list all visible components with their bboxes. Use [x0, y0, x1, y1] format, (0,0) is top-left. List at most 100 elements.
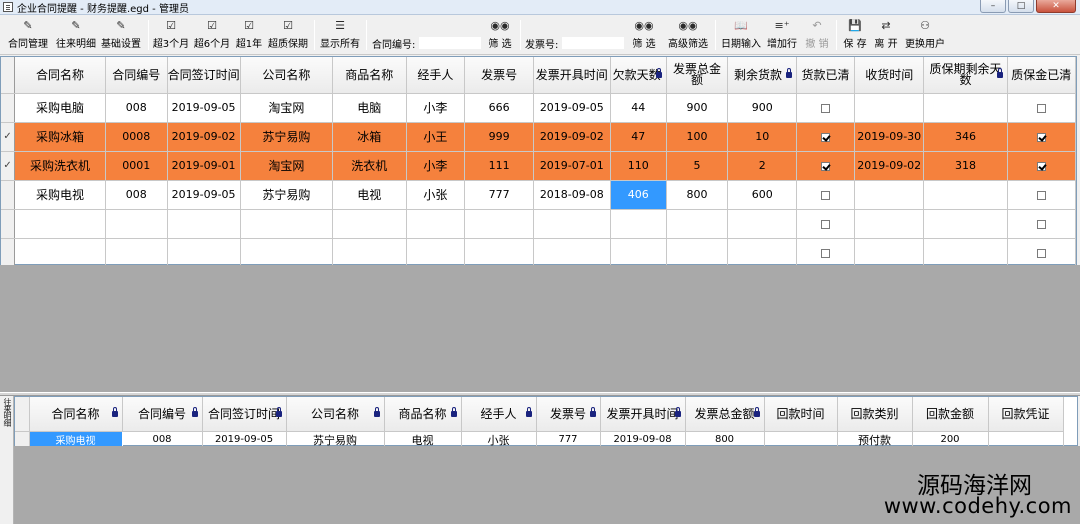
cell-product[interactable]: 冰箱: [332, 122, 407, 152]
table-row[interactable]: 采购电脑 008 2019-09-05 淘宝网 电脑 小李 666 2019-09-05 44 9…: [1, 93, 1077, 123]
cell-company[interactable]: 苏宁易购: [240, 180, 334, 210]
cell-overdue-days[interactable]: 47: [610, 122, 668, 152]
cell-handler[interactable]: 小李: [406, 93, 466, 123]
header-remaining[interactable]: 剩余货款: [727, 57, 798, 94]
minimize-button[interactable]: –: [980, 0, 1006, 13]
cell-invoice-no[interactable]: 999: [464, 122, 534, 152]
filter-contract-button[interactable]: ◉◉ 筛 选: [484, 18, 516, 52]
cell-overdue-days[interactable]: 110: [610, 151, 668, 181]
close-button[interactable]: ✕: [1036, 0, 1076, 13]
checkbox[interactable]: [821, 103, 831, 113]
cell-company[interactable]: 淘宝网: [240, 93, 334, 123]
header-invoice-total[interactable]: 发票总金额: [685, 397, 765, 432]
cell-contract-no[interactable]: 008: [105, 93, 168, 123]
cell-invoice-no[interactable]: [464, 238, 534, 268]
over-warranty-button[interactable]: ☑ 超质保期: [266, 18, 310, 52]
header-return-amount[interactable]: 回款金额: [912, 397, 989, 432]
row-header[interactable]: [1, 238, 15, 268]
cell-product[interactable]: [332, 209, 407, 239]
header-handler[interactable]: 经手人: [461, 397, 537, 432]
cell-company[interactable]: 淘宝网: [240, 151, 334, 181]
header-warranty-days[interactable]: 质保期剩余天数: [923, 57, 1008, 94]
cell-sign-date[interactable]: 2019-09-02: [167, 122, 241, 152]
cell-contract-name[interactable]: [14, 238, 106, 268]
header-company[interactable]: 公司名称: [240, 57, 334, 94]
cell-company[interactable]: 苏宁易购: [240, 122, 334, 152]
cell-remaining[interactable]: [727, 238, 798, 268]
cell-sign-date[interactable]: 2019-09-05: [167, 180, 241, 210]
transaction-details-button[interactable]: ✎ 往来明细: [54, 18, 98, 52]
cell-warranty-days[interactable]: [923, 238, 1008, 268]
cell-remaining[interactable]: 900: [727, 93, 798, 123]
cell-sign-date[interactable]: 2019-09-05: [167, 93, 241, 123]
cell-paid[interactable]: [796, 180, 855, 210]
cell-contract-name[interactable]: 采购电视: [14, 180, 106, 210]
cell-invoice-no[interactable]: 666: [464, 93, 534, 123]
cell-invoice-no[interactable]: 777: [464, 180, 534, 210]
cell-invoice-total[interactable]: 5: [666, 151, 728, 181]
cell-paid[interactable]: [796, 122, 855, 152]
header-product[interactable]: 商品名称: [332, 57, 407, 94]
cell-handler[interactable]: 小李: [406, 151, 466, 181]
header-handler[interactable]: 经手人: [406, 57, 466, 94]
cell-contract-no[interactable]: 0008: [105, 122, 168, 152]
details-side-tab[interactable]: 往来明细: [0, 396, 14, 524]
table-row[interactable]: [1, 238, 1077, 268]
checkbox[interactable]: [1036, 161, 1046, 171]
header-contract-name[interactable]: 合同名称: [14, 57, 106, 94]
cell-handler[interactable]: 小王: [406, 122, 466, 152]
cell-paid[interactable]: [796, 93, 855, 123]
cell-contract-no[interactable]: 0001: [105, 151, 168, 181]
row-header[interactable]: ✓: [1, 122, 15, 152]
cell-warranty-days[interactable]: 346: [923, 122, 1008, 152]
cell-invoice-date[interactable]: 2019-09-05: [533, 93, 611, 123]
cell-receive-date[interactable]: [854, 93, 925, 123]
over-3-months-button[interactable]: ☑ 超3个月: [152, 18, 190, 52]
add-row-button[interactable]: ≡⁺ 增加行: [766, 18, 798, 52]
cell-invoice-date[interactable]: 2018-09-08: [533, 180, 611, 210]
cell-warranty-days[interactable]: [923, 209, 1008, 239]
cell-contract-no[interactable]: [105, 238, 168, 268]
cell-warranty-days[interactable]: [923, 180, 1008, 210]
undo-button[interactable]: ↶ 撤 销: [802, 18, 832, 52]
row-header[interactable]: [1, 93, 15, 123]
cell-warranty-days[interactable]: [923, 93, 1008, 123]
cell-invoice-date[interactable]: [533, 238, 611, 268]
cell-overdue-days[interactable]: 406: [610, 180, 668, 210]
cell-product[interactable]: [332, 238, 407, 268]
cell-handler[interactable]: [406, 209, 466, 239]
cell-sign-date[interactable]: [167, 209, 241, 239]
switch-user-button[interactable]: ⚇ 更换用户: [903, 18, 947, 52]
cell-invoice-total[interactable]: 100: [666, 122, 728, 152]
cell-invoice-total[interactable]: 900: [666, 93, 728, 123]
cell-product[interactable]: 洗衣机: [332, 151, 407, 181]
cell-company[interactable]: [240, 238, 334, 268]
over-6-months-button[interactable]: ☑ 超6个月: [193, 18, 231, 52]
cell-remaining[interactable]: [727, 209, 798, 239]
header-contract-name[interactable]: 合同名称: [29, 397, 123, 432]
header-voucher[interactable]: 回款凭证: [988, 397, 1064, 432]
basic-settings-button[interactable]: ✎ 基础设置: [99, 18, 143, 52]
cell-paid[interactable]: [796, 151, 855, 181]
cell-contract-no[interactable]: [105, 209, 168, 239]
header-invoice-date[interactable]: 发票开具时间: [533, 57, 611, 94]
checkbox[interactable]: [1036, 219, 1046, 229]
cell-product[interactable]: 电视: [332, 180, 407, 210]
header-contract-no[interactable]: 合同编号: [105, 57, 168, 94]
cell-invoice-date[interactable]: [533, 209, 611, 239]
row-header[interactable]: ✓: [1, 151, 15, 181]
cell-deposit-paid[interactable]: [1007, 93, 1077, 123]
table-row[interactable]: [1, 209, 1077, 239]
cell-overdue-days[interactable]: 44: [610, 93, 668, 123]
header-return-type[interactable]: 回款类别: [837, 397, 913, 432]
cell-receive-date[interactable]: [854, 238, 925, 268]
cell-receive-date[interactable]: [854, 209, 925, 239]
checkbox[interactable]: [821, 161, 831, 171]
checkbox[interactable]: [1036, 103, 1046, 113]
row-header[interactable]: [1, 209, 15, 239]
cell-contract-name[interactable]: 采购电脑: [14, 93, 106, 123]
header-invoice-total[interactable]: 发票总金额: [666, 57, 728, 94]
checkbox[interactable]: [821, 132, 831, 142]
header-paid[interactable]: 货款已清: [796, 57, 855, 94]
cell-invoice-date[interactable]: 2019-09-02: [533, 122, 611, 152]
